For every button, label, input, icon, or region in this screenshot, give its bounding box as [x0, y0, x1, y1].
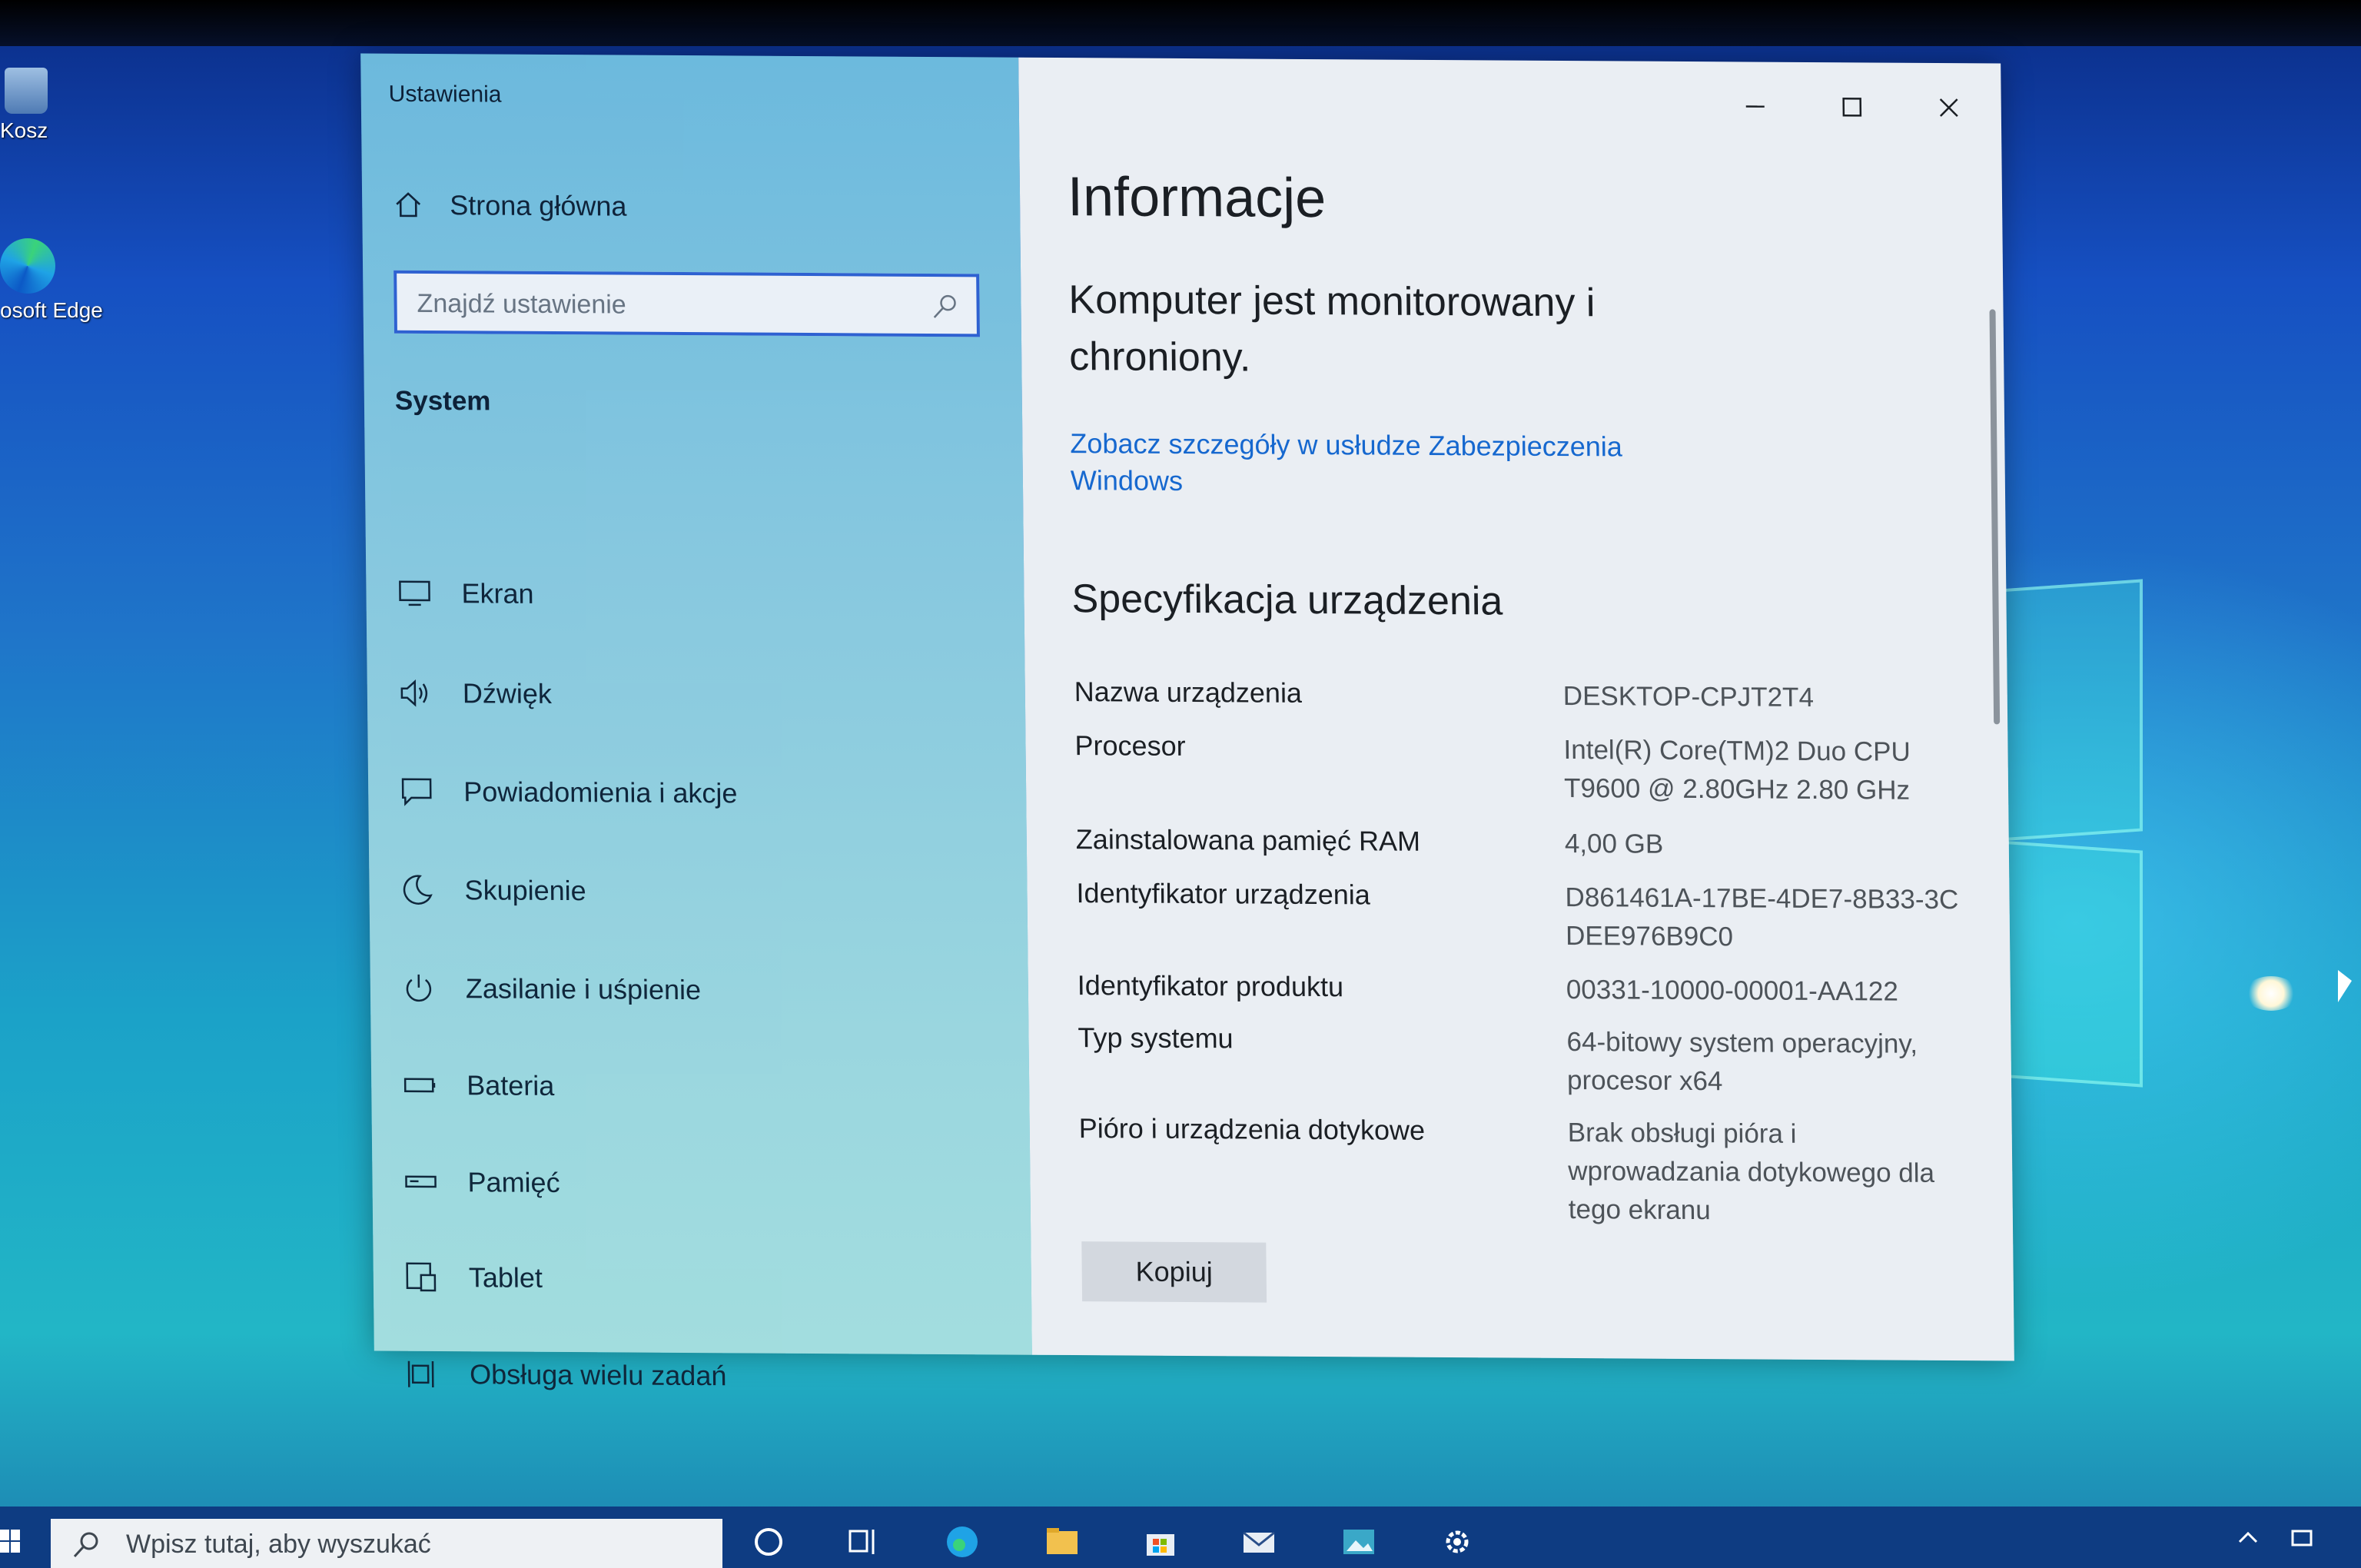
screen-glare: [2244, 976, 2298, 1011]
minimize-button[interactable]: [1733, 85, 1777, 128]
settings-sidebar: Ustawienia Strona główna Znajdź ustawien…: [360, 53, 1032, 1391]
desktop-icon-label: Kosz: [0, 118, 48, 142]
desktop-icon-recycle-bin[interactable]: Kosz: [0, 68, 48, 143]
sidebar-item-label: Skupienie: [464, 874, 586, 907]
sidebar-item-label: Obsługa wielu zadań: [469, 1358, 727, 1392]
power-icon: [406, 974, 432, 1002]
sidebar-item-bateria[interactable]: Bateria: [402, 1062, 555, 1109]
search-icon[interactable]: [930, 292, 959, 321]
desktop-icon-label: osoft Edge: [0, 298, 103, 322]
system-tray: [2235, 1525, 2315, 1551]
monitor-icon: [399, 580, 430, 606]
action-center-icon[interactable]: [2289, 1525, 2315, 1551]
photos-icon[interactable]: [1339, 1522, 1379, 1562]
security-details-link[interactable]: Zobacz szczegóły w usłudze Zabezpieczeni…: [1070, 425, 1685, 503]
sidebar-item-label: Pamięć: [467, 1166, 560, 1198]
battery-icon: [403, 1078, 436, 1093]
security-status: Komputer jest monitorowany i chroniony.: [1068, 277, 1596, 380]
scrollbar[interactable]: [1989, 309, 2001, 725]
spec-value: Intel(R) Core(TM)2 Duo CPU T9600 @ 2.80G…: [1563, 734, 1911, 806]
file-explorer-icon[interactable]: [1042, 1522, 1082, 1562]
spec-value: D861461A-17BE-4DE7-8B33-3CDEE976B9C0: [1565, 882, 1959, 952]
close-icon: [1939, 98, 1958, 118]
mouse-cursor-icon: [2338, 970, 2352, 1002]
sidebar-item-label: Ekran: [461, 577, 534, 610]
spec-label: Identyfikator urządzenia: [1076, 877, 1370, 911]
sidebar-item-label: Dźwięk: [462, 677, 553, 709]
page-title: Informacje: [1067, 166, 1327, 230]
maximize-button[interactable]: [1830, 85, 1874, 128]
spec-label: Typ systemu: [1078, 1022, 1234, 1055]
spec-label: Identyfikator produktu: [1077, 969, 1344, 1003]
section-heading: System: [394, 385, 491, 417]
cortana-icon[interactable]: [749, 1522, 789, 1562]
home-icon: [396, 192, 421, 218]
sidebar-item-tablet[interactable]: Tablet: [404, 1254, 543, 1301]
nav-home[interactable]: Strona główna: [393, 189, 627, 223]
spec-value: 00331-10000-00001-AA122: [1566, 974, 1899, 1007]
spec-label: Procesor: [1074, 729, 1186, 762]
window-title: Ustawienia: [388, 81, 502, 108]
desktop-icon-edge[interactable]: osoft Edge: [0, 238, 103, 323]
windows-logo-pane: [1998, 840, 2143, 1088]
search-icon: [73, 1532, 98, 1558]
copy-button[interactable]: Kopiuj: [1081, 1241, 1267, 1303]
maximize-icon: [1842, 98, 1862, 117]
speaker-icon: [400, 679, 428, 707]
settings-icon[interactable]: [1437, 1522, 1477, 1562]
screen-bezel: [0, 0, 2361, 46]
minimize-icon: [1745, 105, 1765, 108]
sidebar-item-label: Powiadomienia i akcje: [463, 776, 738, 809]
taskbar: Wpisz tutaj, aby wyszukać: [0, 1507, 2361, 1568]
spec-value: 4,00 GB: [1564, 828, 1664, 859]
spec-heading: Specyfikacja urządzenia: [1071, 576, 1503, 624]
store-icon[interactable]: [1141, 1522, 1180, 1562]
close-button[interactable]: [1927, 86, 1971, 129]
spec-label: Zainstalowana pamięć RAM: [1075, 823, 1421, 857]
sidebar-item-label: Bateria: [466, 1069, 555, 1101]
window-controls: [1733, 85, 1971, 129]
sidebar-item-ekran[interactable]: Ekran: [397, 570, 534, 617]
notification-icon: [401, 778, 432, 806]
sidebar-item-pamiec[interactable]: Pamięć: [403, 1159, 560, 1206]
sidebar-item-skupienie[interactable]: Skupienie: [400, 867, 586, 914]
sidebar-item-obsluga-wielu-zadan[interactable]: Obsługa wielu zadań: [405, 1351, 727, 1400]
search-placeholder: Znajdź ustawienie: [417, 288, 626, 320]
storage-icon: [405, 1175, 437, 1188]
moon-icon: [403, 875, 433, 905]
edge-icon: [0, 238, 55, 294]
multitasking-icon: [407, 1360, 434, 1387]
spec-label: Nazwa urządzenia: [1074, 676, 1303, 709]
windows-logo-pane: [1998, 579, 2143, 842]
sidebar-item-label: Tablet: [468, 1261, 543, 1294]
start-button[interactable]: [0, 1520, 23, 1566]
task-view-icon[interactable]: [844, 1522, 884, 1562]
settings-window: Ustawienia Strona główna Znajdź ustawien…: [360, 53, 2014, 1391]
recycle-bin-icon: [5, 68, 48, 114]
sidebar-item-zasilanie[interactable]: Zasilanie i uśpienie: [401, 965, 702, 1013]
sidebar-item-powiadomienia[interactable]: Powiadomienia i akcje: [399, 769, 738, 817]
taskbar-search-placeholder: Wpisz tutaj, aby wyszukać: [126, 1530, 431, 1559]
edge-icon[interactable]: [942, 1522, 982, 1562]
search-input[interactable]: Znajdź ustawienie: [394, 270, 980, 337]
spec-value: DESKTOP-CPJT2T4: [1562, 680, 1815, 713]
sidebar-item-dzwiek[interactable]: Dźwięk: [398, 670, 553, 717]
nav-home-label: Strona główna: [450, 189, 627, 222]
spec-value: 64-bitowy system operacyjny, procesor x6…: [1566, 1026, 1918, 1097]
chevron-up-icon[interactable]: [2235, 1525, 2261, 1551]
sidebar-item-label: Zasilanie i uśpienie: [465, 972, 702, 1006]
taskbar-search-input[interactable]: Wpisz tutaj, aby wyszukać: [51, 1519, 722, 1568]
tablet-icon: [406, 1262, 437, 1292]
spec-value: Brak obsługi pióra i wprowadzania dotyko…: [1567, 1117, 1935, 1226]
spec-label: Pióro i urządzenia dotykowe: [1078, 1112, 1426, 1146]
settings-content: Informacje Komputer jest monitorowany i …: [1018, 57, 2014, 1361]
mail-icon[interactable]: [1239, 1522, 1279, 1562]
